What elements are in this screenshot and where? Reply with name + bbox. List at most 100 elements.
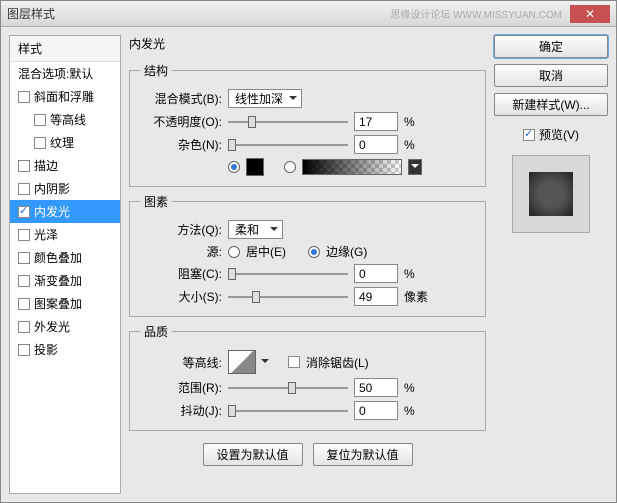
style-item-7[interactable]: 颜色叠加 (10, 246, 120, 269)
gradient-radio[interactable] (284, 161, 296, 173)
structure-legend: 结构 (140, 62, 172, 79)
style-checkbox[interactable] (18, 344, 30, 356)
blend-mode-label: 混合模式(B): (140, 90, 222, 107)
style-item-3[interactable]: 描边 (10, 154, 120, 177)
noise-slider[interactable] (228, 136, 348, 154)
style-item-11[interactable]: 投影 (10, 338, 120, 361)
panel-title: 内发光 (129, 35, 486, 52)
gradient-dropdown[interactable] (408, 159, 422, 175)
method-label: 方法(Q): (140, 221, 222, 238)
style-checkbox[interactable] (18, 160, 30, 172)
style-checkbox[interactable] (18, 206, 30, 218)
reset-default-button[interactable]: 复位为默认值 (313, 443, 413, 466)
size-input[interactable] (354, 287, 398, 306)
choke-slider[interactable] (228, 265, 348, 283)
jitter-input[interactable] (354, 401, 398, 420)
style-item-label: 内发光 (34, 203, 70, 220)
style-checkbox[interactable] (34, 137, 46, 149)
style-checkbox[interactable] (18, 321, 30, 333)
gradient-preview[interactable] (302, 159, 402, 175)
style-item-label: 内阴影 (34, 180, 70, 197)
source-edge-label: 边缘(G) (326, 243, 367, 260)
preview-row: 预览(V) (494, 126, 608, 143)
style-item-label: 光泽 (34, 226, 58, 243)
style-item-1[interactable]: 等高线 (10, 108, 120, 131)
noise-input[interactable] (354, 135, 398, 154)
style-list: 样式 混合选项:默认 斜面和浮雕等高线纹理描边内阴影内发光光泽颜色叠加渐变叠加图… (9, 35, 121, 494)
range-unit: % (404, 381, 434, 395)
style-item-4[interactable]: 内阴影 (10, 177, 120, 200)
source-center-label: 居中(E) (246, 243, 286, 260)
elements-legend: 图素 (140, 193, 172, 210)
color-radio[interactable] (228, 161, 240, 173)
color-swatch[interactable] (246, 158, 264, 176)
source-center-radio[interactable] (228, 246, 240, 258)
window-title: 图层样式 (7, 5, 390, 22)
ok-button[interactable]: 确定 (494, 35, 608, 58)
style-item-5[interactable]: 内发光 (10, 200, 120, 223)
blend-mode-dropdown[interactable]: 线性加深 (228, 89, 302, 108)
action-panel: 确定 取消 新建样式(W)... 预览(V) (494, 35, 608, 494)
style-item-10[interactable]: 外发光 (10, 315, 120, 338)
style-checkbox[interactable] (18, 229, 30, 241)
opacity-label: 不透明度(O): (140, 113, 222, 130)
quality-group: 品质 等高线: 消除锯齿(L) 范围(R): % 抖动(J): (129, 323, 486, 431)
make-default-button[interactable]: 设置为默认值 (203, 443, 303, 466)
contour-picker[interactable] (228, 350, 256, 374)
size-unit: 像素 (404, 288, 434, 305)
watermark: 思缘设计论坛 WWW.MISSYUAN.COM (390, 6, 562, 21)
opacity-input[interactable] (354, 112, 398, 131)
contour-label: 等高线: (140, 354, 222, 371)
style-checkbox[interactable] (18, 183, 30, 195)
style-item-0[interactable]: 斜面和浮雕 (10, 85, 120, 108)
preview-checkbox[interactable] (523, 129, 535, 141)
method-dropdown[interactable]: 柔和 (228, 220, 283, 239)
style-item-label: 投影 (34, 341, 58, 358)
style-item-8[interactable]: 渐变叠加 (10, 269, 120, 292)
blend-options-item[interactable]: 混合选项:默认 (10, 62, 120, 85)
layer-style-dialog: 图层样式 思缘设计论坛 WWW.MISSYUAN.COM ✕ 样式 混合选项:默… (0, 0, 617, 503)
close-button[interactable]: ✕ (570, 5, 610, 23)
preview-thumbnail (529, 172, 573, 216)
style-checkbox[interactable] (18, 298, 30, 310)
choke-label: 阻塞(C): (140, 265, 222, 282)
style-item-6[interactable]: 光泽 (10, 223, 120, 246)
style-checkbox[interactable] (18, 275, 30, 287)
source-label: 源: (140, 243, 222, 260)
style-checkbox[interactable] (18, 91, 30, 103)
style-list-header: 样式 (10, 36, 120, 62)
elements-group: 图素 方法(Q): 柔和 源: 居中(E) 边缘(G) 阻塞(C): (129, 193, 486, 317)
style-checkbox[interactable] (18, 252, 30, 264)
settings-panel: 内发光 结构 混合模式(B): 线性加深 不透明度(O): % 杂色(N): (129, 35, 486, 494)
range-label: 范围(R): (140, 379, 222, 396)
default-buttons: 设置为默认值 复位为默认值 (129, 443, 486, 466)
choke-unit: % (404, 267, 434, 281)
source-edge-radio[interactable] (308, 246, 320, 258)
jitter-label: 抖动(J): (140, 402, 222, 419)
anti-alias-label: 消除锯齿(L) (306, 354, 369, 371)
size-slider[interactable] (228, 288, 348, 306)
jitter-slider[interactable] (228, 402, 348, 420)
quality-legend: 品质 (140, 323, 172, 340)
content: 样式 混合选项:默认 斜面和浮雕等高线纹理描边内阴影内发光光泽颜色叠加渐变叠加图… (1, 27, 616, 502)
choke-input[interactable] (354, 264, 398, 283)
range-input[interactable] (354, 378, 398, 397)
cancel-button[interactable]: 取消 (494, 64, 608, 87)
range-slider[interactable] (228, 379, 348, 397)
style-item-label: 图案叠加 (34, 295, 82, 312)
structure-group: 结构 混合模式(B): 线性加深 不透明度(O): % 杂色(N): % (129, 62, 486, 187)
titlebar: 图层样式 思缘设计论坛 WWW.MISSYUAN.COM ✕ (1, 1, 616, 27)
opacity-slider[interactable] (228, 113, 348, 131)
size-label: 大小(S): (140, 288, 222, 305)
style-item-label: 等高线 (50, 111, 86, 128)
new-style-button[interactable]: 新建样式(W)... (494, 93, 608, 116)
anti-alias-checkbox[interactable] (288, 356, 300, 368)
preview-box (512, 155, 590, 233)
style-item-2[interactable]: 纹理 (10, 131, 120, 154)
noise-unit: % (404, 138, 434, 152)
noise-label: 杂色(N): (140, 136, 222, 153)
style-item-label: 颜色叠加 (34, 249, 82, 266)
opacity-unit: % (404, 115, 434, 129)
style-checkbox[interactable] (34, 114, 46, 126)
style-item-9[interactable]: 图案叠加 (10, 292, 120, 315)
